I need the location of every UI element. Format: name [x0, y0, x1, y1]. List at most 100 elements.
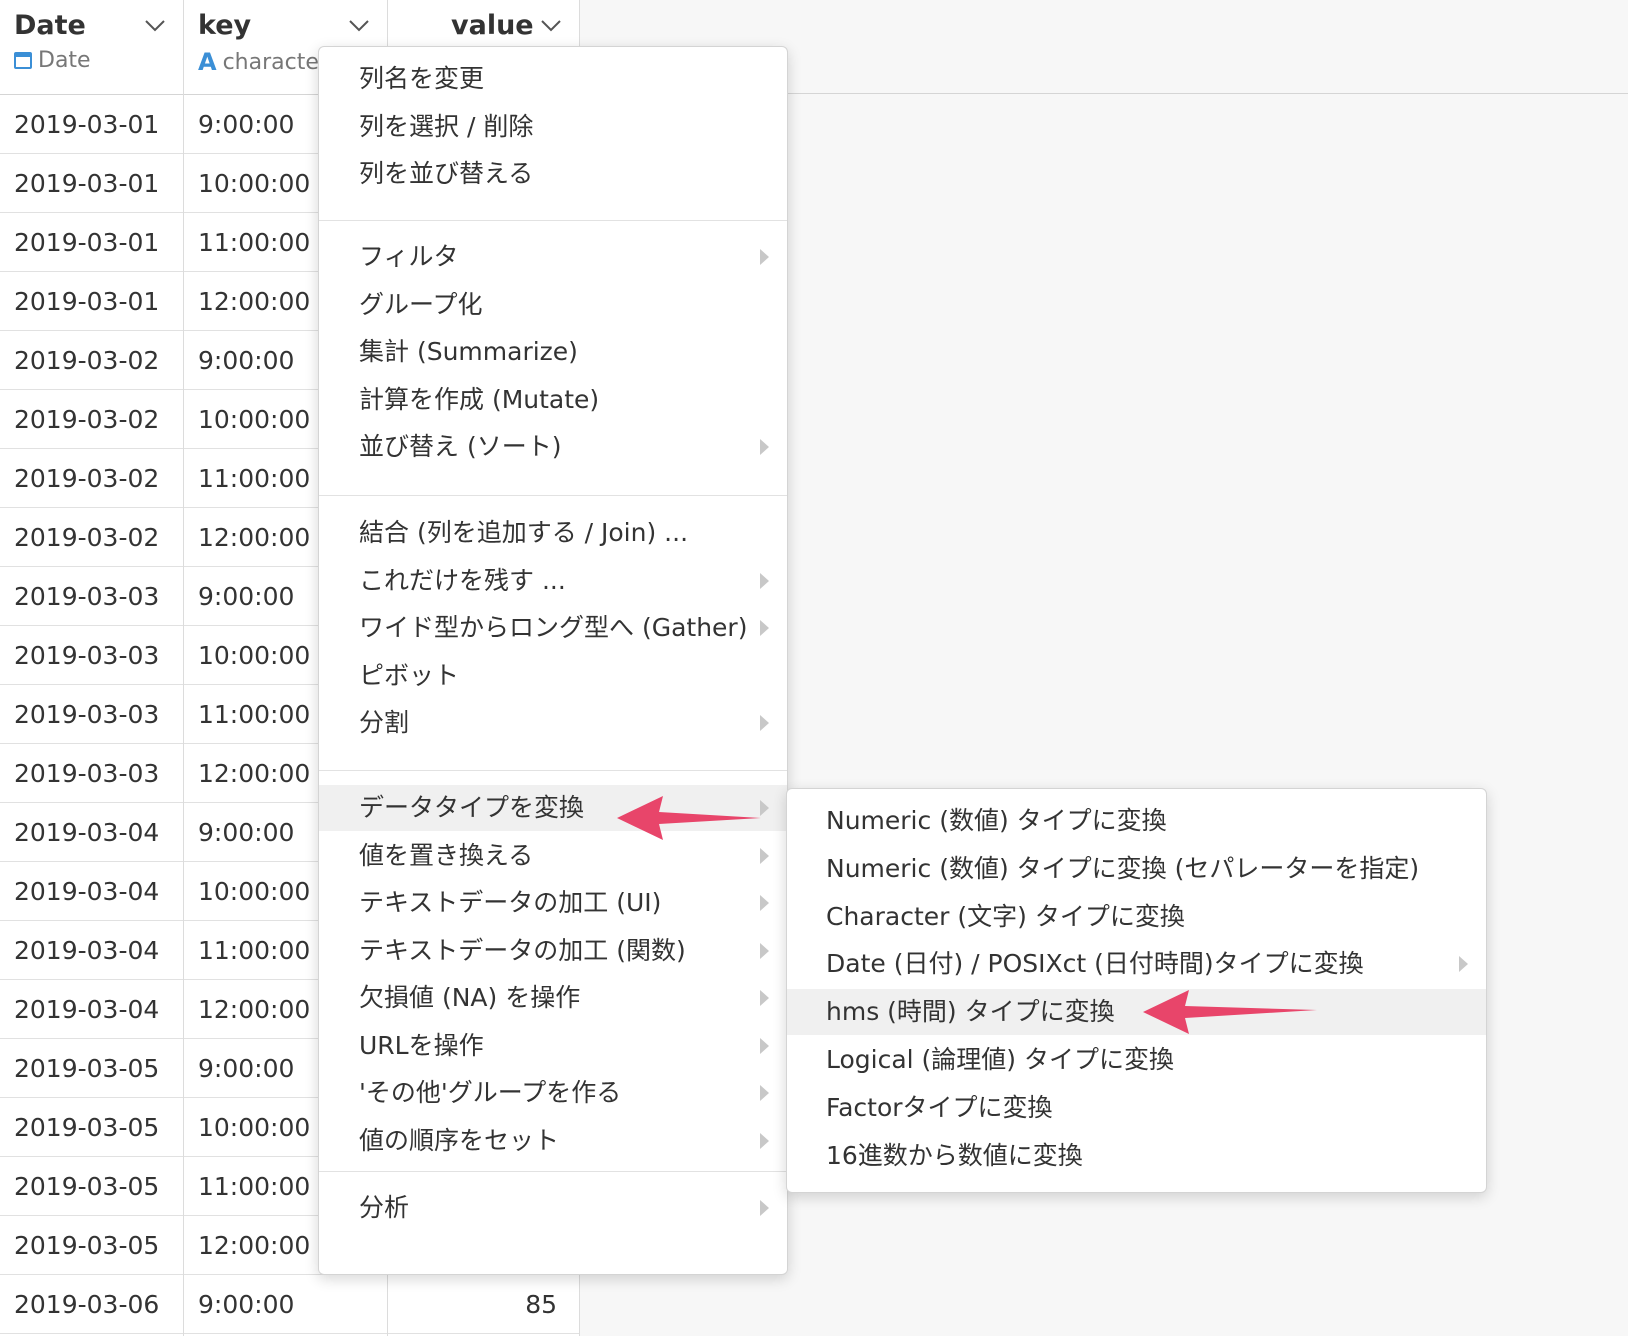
- menu-item[interactable]: 欠損値 (NA) を操作: [319, 975, 787, 1021]
- value-cell[interactable]: 85: [388, 1275, 579, 1334]
- menu-separator: [319, 495, 787, 496]
- submenu-arrow-icon: [760, 620, 769, 636]
- date-cell[interactable]: 2019-03-05: [0, 1098, 183, 1157]
- menu-item-label: 列を選択 / 削除: [359, 111, 534, 141]
- column-type: Date: [14, 48, 91, 73]
- menu-item[interactable]: Logical (論理値) タイプに変換: [787, 1037, 1486, 1083]
- menu-item[interactable]: ワイド型からロング型へ (Gather): [319, 605, 787, 651]
- submenu-arrow-icon: [760, 249, 769, 265]
- date-cell[interactable]: 2019-03-01: [0, 154, 183, 213]
- date-cell[interactable]: 2019-03-03: [0, 744, 183, 803]
- menu-item[interactable]: 16進数から数値に変換: [787, 1133, 1486, 1179]
- column-type-label: Date: [38, 48, 91, 73]
- date-cell[interactable]: 2019-03-02: [0, 508, 183, 567]
- chevron-down-icon[interactable]: [145, 20, 165, 32]
- menu-item[interactable]: 並び替え (ソート): [319, 424, 787, 470]
- menu-separator: [319, 1171, 787, 1172]
- menu-item[interactable]: 列を並び替える: [319, 151, 787, 197]
- date-cell[interactable]: 2019-03-01: [0, 272, 183, 331]
- menu-item[interactable]: 列を選択 / 削除: [319, 104, 787, 150]
- menu-item[interactable]: 集計 (Summarize): [319, 329, 787, 375]
- date-cell[interactable]: 2019-03-04: [0, 803, 183, 862]
- menu-item-label: これだけを残す ...: [359, 565, 566, 595]
- chevron-down-icon[interactable]: [541, 20, 561, 32]
- menu-item[interactable]: 'その他'グループを作る: [319, 1070, 787, 1116]
- menu-item-label: テキストデータの加工 (関数): [359, 935, 686, 965]
- date-cell[interactable]: 2019-03-03: [0, 685, 183, 744]
- column-date: Date Date 2019-03-01 2019-03-01 2019-03-01…: [0, 0, 184, 1336]
- menu-item[interactable]: テキストデータの加工 (UI): [319, 880, 787, 926]
- menu-item[interactable]: URLを操作: [319, 1023, 787, 1069]
- date-cell[interactable]: 2019-03-04: [0, 921, 183, 980]
- menu-item[interactable]: 列名を変更: [319, 56, 787, 102]
- menu-item[interactable]: テキストデータの加工 (関数): [319, 928, 787, 974]
- menu-item[interactable]: Factorタイプに変換: [787, 1085, 1486, 1131]
- menu-item-label: 列を並び替える: [359, 159, 534, 188]
- date-cell[interactable]: 2019-03-01: [0, 213, 183, 272]
- menu-item-label: 値を置き換える: [359, 840, 534, 870]
- menu-item-label: hms (時間) タイプに変換: [826, 997, 1115, 1027]
- menu-item-label: 並び替え (ソート): [359, 432, 562, 461]
- chevron-down-icon[interactable]: [349, 20, 369, 32]
- menu-item-label: テキストデータの加工 (UI): [359, 888, 662, 917]
- menu-item-label: Logical (論理値) タイプに変換: [826, 1045, 1175, 1074]
- menu-item-label: 'その他'グループを作る: [359, 1078, 622, 1107]
- column-type-label: characte: [222, 49, 319, 75]
- menu-item[interactable]: 計算を作成 (Mutate): [319, 377, 787, 423]
- menu-item-label: Date (日付) / POSIXct (日付時間)タイプに変換: [826, 949, 1364, 979]
- date-cell[interactable]: 2019-03-05: [0, 1157, 183, 1216]
- date-cell[interactable]: 2019-03-03: [0, 626, 183, 685]
- menu-item[interactable]: 分析: [319, 1185, 787, 1231]
- submenu-arrow-icon: [760, 1200, 769, 1216]
- submenu-arrow-icon: [760, 942, 769, 959]
- menu-item[interactable]: Numeric (数値) タイプに変換 (セパレーターを指定): [787, 846, 1486, 892]
- menu-item[interactable]: フィルタ: [319, 234, 787, 280]
- calendar-icon: [14, 52, 32, 69]
- annotation-arrow-icon: [1143, 990, 1317, 1034]
- date-cell[interactable]: 2019-03-03: [0, 567, 183, 626]
- menu-item[interactable]: ピボット: [319, 653, 787, 699]
- date-cell[interactable]: 2019-03-02: [0, 390, 183, 449]
- menu-item-label: ワイド型からロング型へ (Gather): [359, 613, 748, 642]
- menu-item[interactable]: 値の順序をセット: [319, 1118, 787, 1164]
- submenu-arrow-icon: [760, 715, 769, 731]
- column-header-date[interactable]: Date Date: [0, 0, 183, 95]
- menu-item-label: Factorタイプに変換: [826, 1092, 1053, 1122]
- submenu-arrow-icon: [760, 990, 769, 1006]
- date-cell[interactable]: 2019-03-05: [0, 1039, 183, 1098]
- date-cell[interactable]: 2019-03-02: [0, 449, 183, 508]
- menu-item-label: フィルタ: [359, 242, 459, 271]
- column-type: A characte: [198, 48, 319, 76]
- menu-separator: [319, 770, 787, 771]
- menu-item[interactable]: 結合 (列を追加する / Join) ...: [319, 510, 787, 556]
- menu-item[interactable]: Character (文字) タイプに変換: [787, 894, 1486, 940]
- menu-item-label: 分析: [359, 1193, 410, 1222]
- menu-item-label: 分割: [359, 708, 410, 737]
- submenu-arrow-icon: [760, 895, 769, 911]
- date-cell[interactable]: 2019-03-06: [0, 1275, 183, 1334]
- menu-item-label: 列名を変更: [359, 64, 485, 93]
- convert-type-submenu: Numeric (数値) タイプに変換 Numeric (数値) タイプに変換 (…: [786, 788, 1487, 1193]
- menu-item[interactable]: グループ化: [319, 282, 787, 328]
- menu-item[interactable]: Numeric (数値) タイプに変換: [787, 798, 1486, 844]
- menu-separator: [319, 220, 787, 221]
- menu-item-label: 欠損値 (NA) を操作: [359, 983, 581, 1012]
- date-cell[interactable]: 2019-03-04: [0, 980, 183, 1039]
- menu-item[interactable]: これだけを残す ...: [319, 558, 787, 604]
- column-name: key: [198, 10, 252, 41]
- menu-item[interactable]: 分割: [319, 700, 787, 746]
- menu-item[interactable]: hms (時間) タイプに変換: [787, 989, 1486, 1036]
- menu-item-label: Numeric (数値) タイプに変換 (セパレーターを指定): [826, 853, 1420, 883]
- menu-item-label: データタイプを変換: [359, 793, 585, 822]
- menu-item-label: ピボット: [359, 660, 460, 690]
- submenu-arrow-icon: [760, 847, 769, 864]
- date-cell[interactable]: 2019-03-04: [0, 862, 183, 921]
- column-name: Date: [14, 10, 86, 41]
- date-cell[interactable]: 2019-03-05: [0, 1216, 183, 1275]
- menu-item-label: 値の順序をセット: [359, 1125, 560, 1155]
- date-cell[interactable]: 2019-03-01: [0, 95, 183, 154]
- key-cell[interactable]: 9:00:00: [184, 1275, 387, 1334]
- menu-item[interactable]: Date (日付) / POSIXct (日付時間)タイプに変換: [787, 941, 1486, 987]
- date-cell[interactable]: 2019-03-02: [0, 331, 183, 390]
- menu-item-label: 集計 (Summarize): [359, 337, 578, 366]
